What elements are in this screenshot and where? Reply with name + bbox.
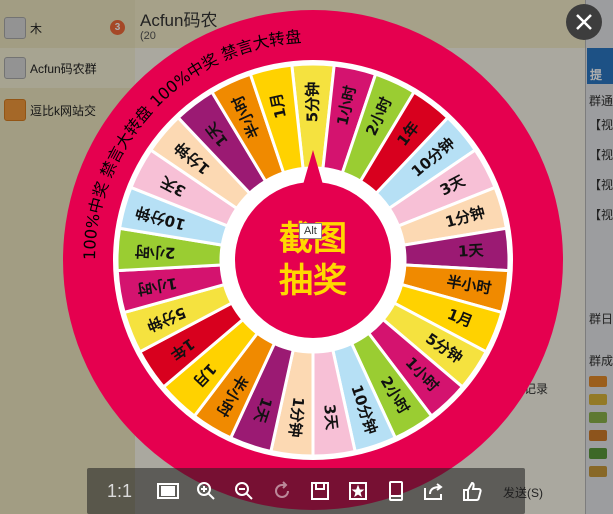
zoom-in-button[interactable]	[187, 475, 225, 507]
wheel-segment-label: 2小时	[135, 242, 176, 262]
center-line-2: 抽奖	[279, 261, 347, 301]
rotate-icon	[275, 481, 289, 498]
favorite-icon	[349, 482, 367, 500]
prize-wheel-image: 100%中奖 禁言大转盘 100%中奖 禁言大转盘 5分钟 1小时 2小时 1年 10分…	[48, 10, 578, 510]
close-button[interactable]	[566, 4, 602, 40]
zoom-out-button[interactable]	[225, 475, 263, 507]
share-button[interactable]	[415, 475, 453, 507]
zoom-in-icon	[197, 482, 215, 500]
zoom-ratio-label[interactable]: 1:1	[107, 481, 149, 502]
prize-wheel: 100%中奖 禁言大转盘 100%中奖 禁言大转盘 5分钟 1小时 2小时1年10分…	[63, 10, 563, 510]
center-disc	[235, 182, 391, 338]
save-icon	[311, 482, 329, 500]
like-button[interactable]	[453, 475, 491, 507]
rotate-button[interactable]	[263, 475, 301, 507]
like-icon	[463, 481, 482, 501]
phone-button[interactable]	[377, 475, 415, 507]
alt-tooltip: Alt	[299, 223, 322, 239]
save-button[interactable]	[301, 475, 339, 507]
zoom-out-icon	[235, 482, 253, 500]
wheel-segment-label: 3天	[320, 403, 341, 431]
close-icon	[576, 14, 592, 30]
share-icon	[424, 483, 443, 500]
fit-screen-button[interactable]	[149, 475, 187, 507]
viewer-toolbar: 1:1	[87, 468, 525, 514]
wheel-segment-label: 5分钟	[304, 82, 322, 122]
phone-icon	[389, 481, 403, 501]
fit-screen-icon	[157, 483, 179, 499]
wheel-segment-label: 1天	[458, 241, 485, 260]
favorite-button[interactable]	[339, 475, 377, 507]
